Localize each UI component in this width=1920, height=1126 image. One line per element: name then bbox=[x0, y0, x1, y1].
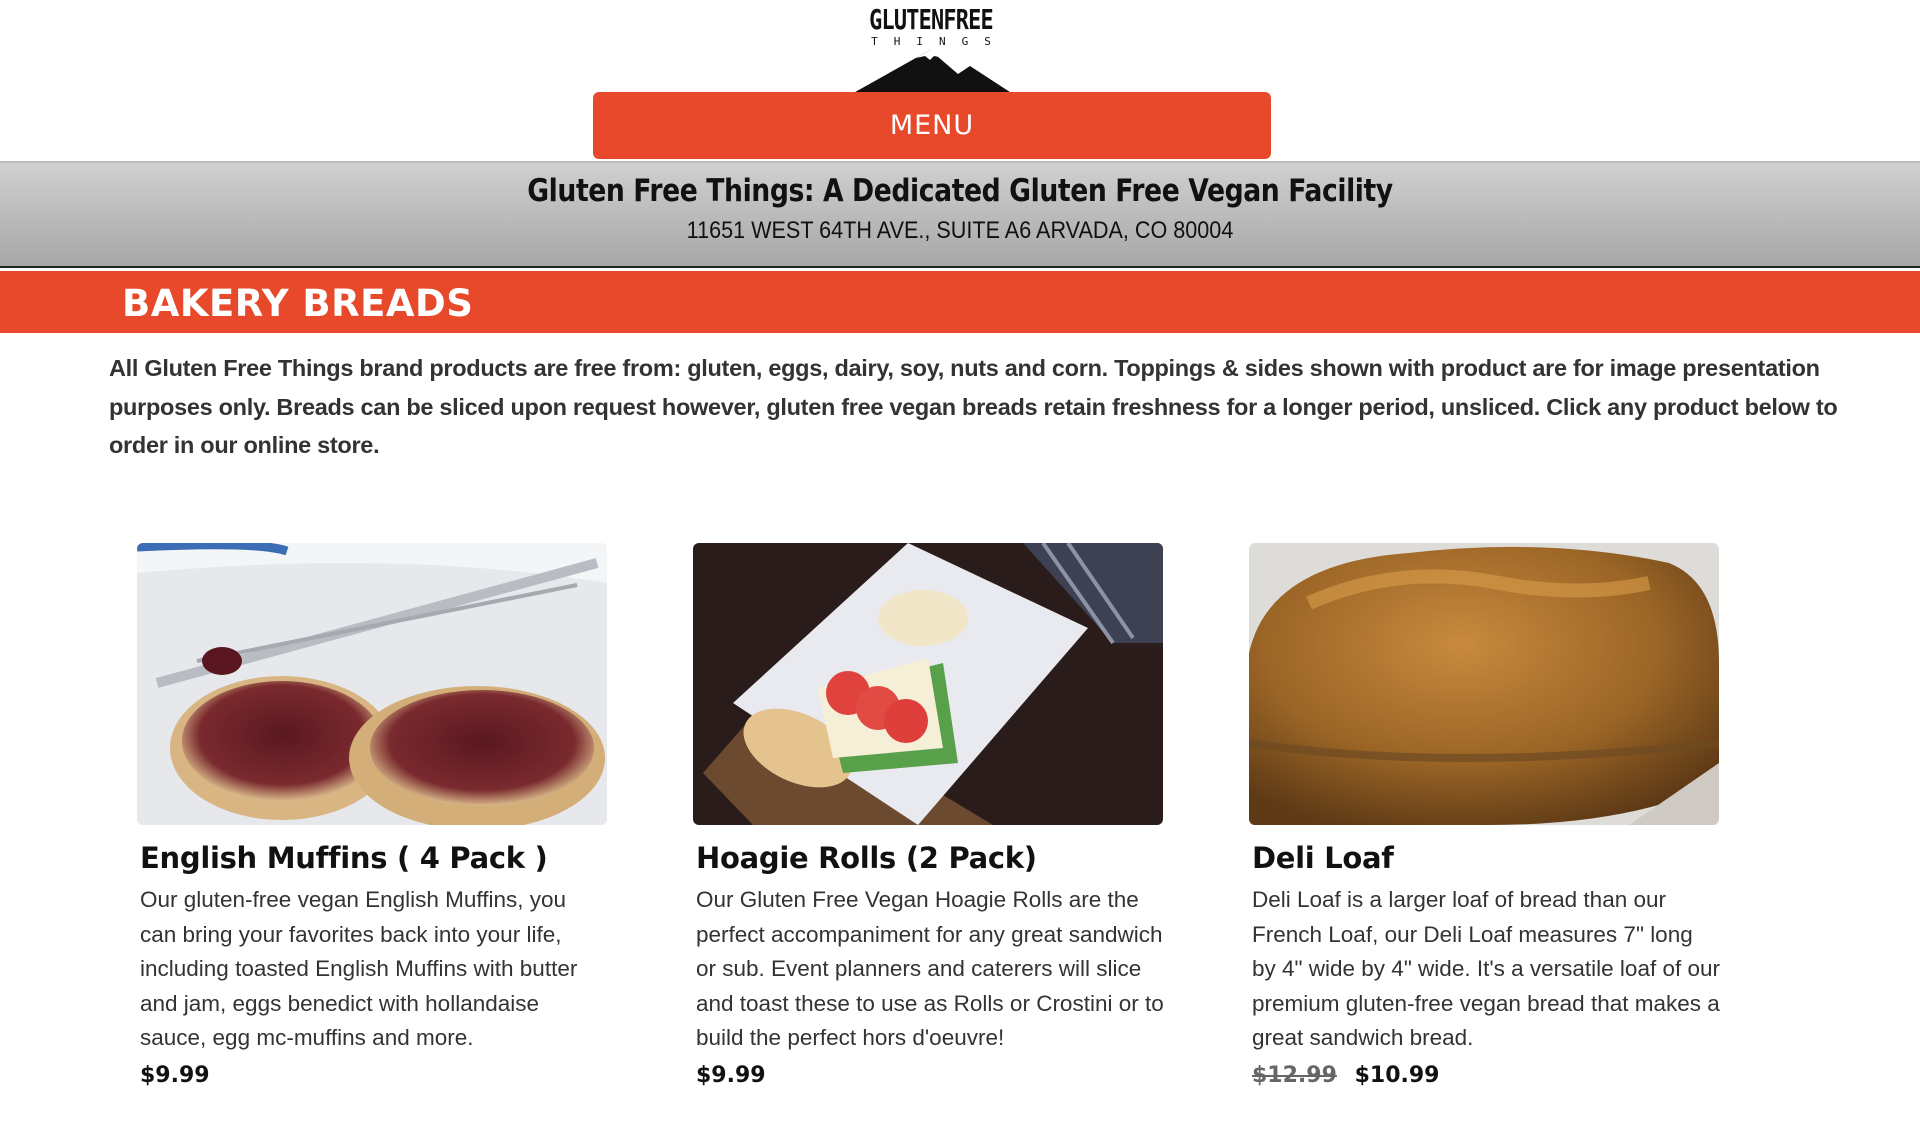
product-card: English Muffins ( 4 Pack ) Our gluten-fr… bbox=[137, 543, 607, 1088]
product-price: $9.99 bbox=[140, 1062, 210, 1088]
facility-address: 11651 WEST 64TH AVE., SUITE A6 ARVADA, C… bbox=[686, 217, 1234, 244]
menu-button[interactable]: MENU bbox=[593, 92, 1271, 159]
english-muffins-image[interactable] bbox=[137, 543, 607, 825]
price-row: $9.99 bbox=[140, 1063, 607, 1088]
intro-text: All Gluten Free Things brand products ar… bbox=[109, 355, 1838, 458]
price-row: $12.99 $10.99 bbox=[1252, 1063, 1719, 1088]
price-row: $9.99 bbox=[696, 1063, 1163, 1088]
product-card: Hoagie Rolls (2 Pack) Our Gluten Free Ve… bbox=[693, 543, 1164, 1088]
logo-wordmark: GLUTENFREE bbox=[869, 3, 993, 36]
product-price: $9.99 bbox=[696, 1062, 766, 1088]
product-description: Our gluten-free vegan English Muffins, y… bbox=[140, 887, 578, 1050]
facility-title: Gluten Free Things: A Dedicated Gluten F… bbox=[527, 173, 1393, 209]
deli-loaf-image[interactable] bbox=[1249, 543, 1719, 825]
facility-banner: Gluten Free Things: A Dedicated Gluten F… bbox=[0, 161, 1920, 268]
product-name[interactable]: Hoagie Rolls (2 Pack) bbox=[696, 841, 1163, 875]
section-header: BAKERY BREADS bbox=[0, 271, 1920, 333]
product-description: Deli Loaf is a larger loaf of bread than… bbox=[1252, 887, 1720, 1050]
sale-price: $10.99 bbox=[1354, 1062, 1440, 1088]
product-card: Deli Loaf Deli Loaf is a larger loaf of … bbox=[1249, 543, 1720, 1088]
mountain-icon bbox=[848, 50, 1016, 96]
product-description: Our Gluten Free Vegan Hoagie Rolls are t… bbox=[696, 887, 1164, 1050]
product-name[interactable]: English Muffins ( 4 Pack ) bbox=[140, 841, 607, 875]
hoagie-rolls-image[interactable] bbox=[693, 543, 1163, 825]
site-logo[interactable]: GLUTENFREE THINGS bbox=[846, 3, 1016, 96]
section-title: BAKERY BREADS bbox=[122, 282, 474, 325]
product-name[interactable]: Deli Loaf bbox=[1252, 841, 1719, 875]
original-price: $12.99 bbox=[1252, 1062, 1337, 1088]
